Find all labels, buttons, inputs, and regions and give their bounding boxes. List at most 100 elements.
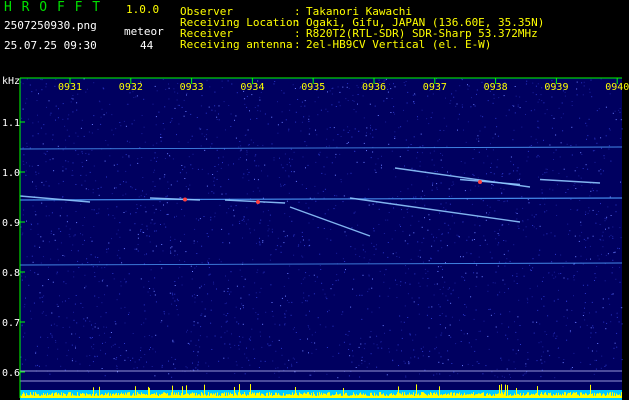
level-bar: [336, 392, 337, 398]
level-bar: [30, 392, 31, 398]
level-bar: [362, 394, 363, 398]
level-bar: [593, 395, 594, 398]
level-bar: [572, 393, 573, 398]
level-bar: [314, 394, 315, 398]
level-bar: [409, 392, 410, 398]
level-bar: [239, 384, 240, 398]
level-bar: [27, 394, 28, 398]
level-bar: [610, 392, 611, 398]
level-bar: [182, 386, 183, 398]
level-bar: [433, 393, 434, 398]
level-bar: [234, 386, 235, 398]
level-bar: [34, 395, 35, 398]
level-bar: [591, 394, 592, 398]
level-bar: [349, 395, 350, 398]
level-bar: [265, 395, 266, 398]
level-bar: [72, 393, 73, 398]
level-bar: [115, 393, 116, 398]
level-bar: [335, 394, 336, 398]
level-bar: [410, 394, 411, 398]
level-bar: [452, 395, 453, 398]
level-bar: [121, 392, 122, 398]
level-bar: [482, 392, 483, 398]
level-bar: [600, 393, 601, 398]
level-bar: [504, 392, 505, 398]
level-bar: [303, 393, 304, 398]
level-bar: [441, 394, 442, 398]
level-bar: [561, 395, 562, 398]
level-bar: [163, 392, 164, 398]
level-bar: [271, 392, 272, 398]
level-bar: [430, 392, 431, 398]
level-bar: [164, 392, 165, 398]
level-bar: [554, 395, 555, 398]
y-tick-label: 0.7: [2, 318, 20, 329]
level-bar: [448, 393, 449, 398]
level-bar: [412, 394, 413, 398]
level-bar: [261, 393, 262, 398]
level-bar: [499, 385, 500, 398]
level-bar: [543, 394, 544, 398]
level-bar: [172, 385, 173, 398]
level-bar: [50, 394, 51, 398]
level-bar: [225, 395, 226, 398]
level-bar: [468, 394, 469, 398]
level-bar: [461, 393, 462, 398]
level-bar: [97, 395, 98, 398]
level-bar: [23, 392, 24, 398]
level-bar: [524, 395, 525, 398]
level-bar: [61, 392, 62, 398]
level-bar: [319, 392, 320, 398]
level-bar: [48, 395, 49, 398]
level-bar: [74, 395, 75, 398]
level-bar: [536, 393, 537, 398]
level-bar: [388, 395, 389, 398]
level-bar: [285, 395, 286, 398]
level-bar: [608, 394, 609, 398]
level-bar: [415, 393, 416, 398]
level-bar: [426, 394, 427, 398]
level-bar: [246, 395, 247, 398]
level-bar: [294, 393, 295, 398]
level-bar: [187, 393, 188, 398]
level-bar: [359, 393, 360, 398]
level-bar: [516, 387, 517, 398]
level-bar: [477, 394, 478, 398]
level-bar: [138, 393, 139, 398]
level-bar: [245, 394, 246, 398]
level-bar: [199, 394, 200, 398]
level-bar: [375, 395, 376, 398]
level-bar: [364, 394, 365, 398]
level-bar: [324, 393, 325, 398]
level-bar: [390, 393, 391, 398]
level-bar: [195, 395, 196, 398]
level-bar: [242, 394, 243, 398]
level-bar: [169, 395, 170, 398]
level-bar: [612, 392, 613, 398]
level-bar: [161, 393, 162, 398]
level-bar: [425, 393, 426, 398]
level-bar: [244, 392, 245, 398]
level-bar: [141, 392, 142, 398]
level-bar: [162, 393, 163, 398]
level-bar: [526, 394, 527, 398]
level-bar: [474, 395, 475, 398]
level-bar: [132, 394, 133, 398]
level-bar: [119, 395, 120, 398]
level-bar: [124, 394, 125, 398]
level-bar: [475, 394, 476, 398]
x-tick-label: 0938: [484, 82, 508, 93]
level-bar: [238, 392, 239, 398]
level-bar: [189, 395, 190, 398]
level-bar: [337, 394, 338, 398]
level-bar: [356, 393, 357, 398]
level-bar: [231, 393, 232, 398]
level-bar: [449, 394, 450, 398]
level-bar: [44, 394, 45, 398]
level-bar: [495, 393, 496, 398]
level-bar: [286, 394, 287, 398]
level-bar: [197, 395, 198, 398]
level-bar: [94, 395, 95, 398]
level-bar: [590, 384, 591, 398]
level-bar: [68, 392, 69, 398]
